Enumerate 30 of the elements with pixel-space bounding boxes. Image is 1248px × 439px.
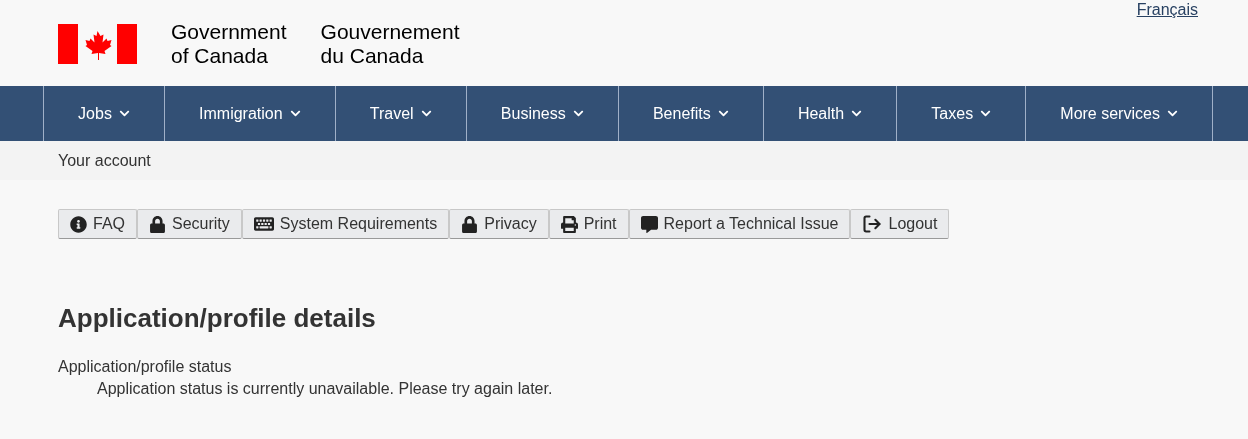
logout-icon <box>862 214 883 234</box>
flag-icon <box>58 24 137 64</box>
chevron-icon <box>289 108 301 119</box>
page-heading: Application/profile details <box>58 303 377 334</box>
status-message: Application status is currently unavailable. Please try again later. <box>97 380 554 398</box>
chevron-icon <box>980 108 992 119</box>
toolbar-button[interactable]: Print <box>548 209 629 239</box>
keyboard-icon <box>253 214 274 234</box>
chevron-icon <box>1166 108 1178 119</box>
chevron-icon <box>717 108 729 119</box>
language-link[interactable]: Français <box>1136 1 1198 19</box>
toolbar-button[interactable]: Report a Technical Issue <box>628 209 851 239</box>
signature-english: Government of Canada <box>171 20 287 68</box>
chevron-icon <box>572 108 584 119</box>
toolbar-button[interactable]: System Requirements <box>241 209 450 239</box>
chevron-icon <box>851 108 863 119</box>
speech-bubble-icon <box>640 215 658 233</box>
status-label: Application/profile status <box>58 358 233 376</box>
info-icon <box>70 215 87 233</box>
lock-icon <box>149 215 166 233</box>
printer-icon <box>560 215 578 233</box>
chevron-icon <box>420 108 432 119</box>
toolbar-button[interactable]: Security <box>137 209 242 239</box>
signature-french: Gouvernement du Canada <box>320 20 460 68</box>
chevron-icon <box>118 108 130 119</box>
breadcrumb: Your account <box>58 151 151 170</box>
toolbar-button[interactable]: Privacy <box>449 209 549 239</box>
toolbar-button[interactable]: FAQ <box>58 209 137 239</box>
lock-icon <box>461 215 479 233</box>
toolbar-button[interactable]: Logout <box>850 209 950 239</box>
